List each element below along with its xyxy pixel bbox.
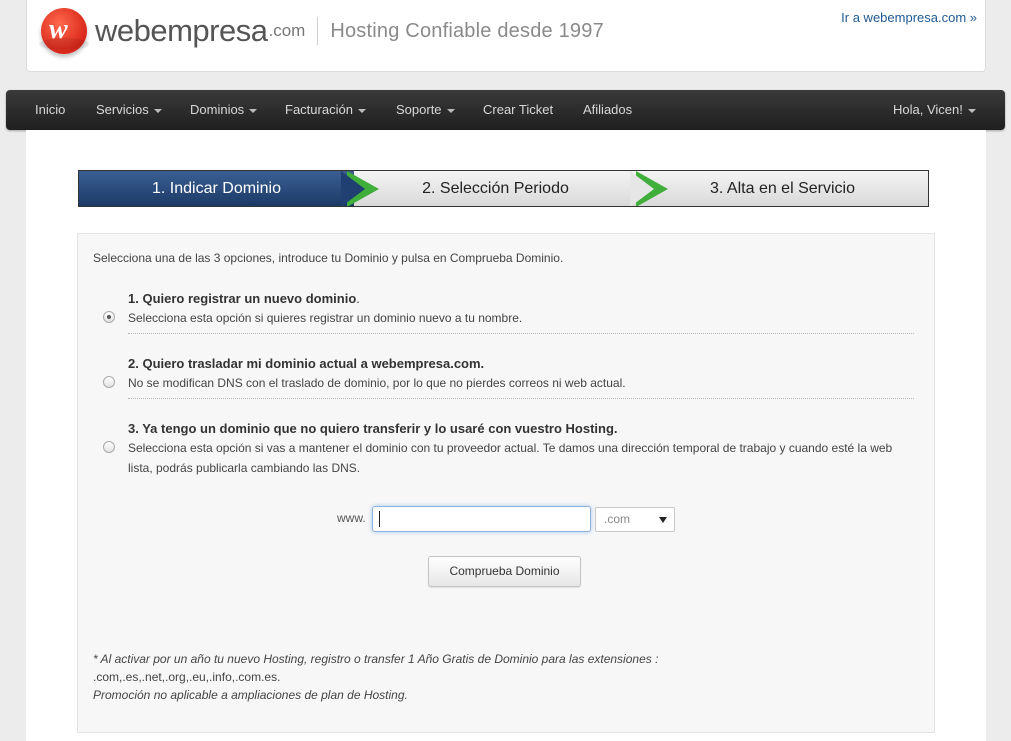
option-1-title: 1. Quiero registrar un nuevo dominio. — [128, 291, 360, 306]
step-indicar-dominio: 1. Indicar Dominio — [79, 171, 354, 206]
option-3-title: 3. Ya tengo un dominio que no quiero tra… — [128, 421, 618, 436]
option-1-desc: Selecciona esta opción si quieres regist… — [128, 311, 523, 325]
step-arrow-fill — [630, 171, 654, 206]
footnote-line-2: .com,.es,.net,.org,.eu,.info,.com.es. — [93, 670, 281, 684]
form-intro: Selecciona una de las 3 opciones, introd… — [93, 251, 564, 265]
nav-servicios[interactable]: Servicios — [96, 90, 162, 130]
chevron-down-icon — [153, 108, 162, 113]
nav-dominios[interactable]: Dominios — [190, 90, 258, 130]
nav-user-menu[interactable]: Hola, Vicen! — [893, 90, 976, 130]
dropdown-arrow-icon — [659, 517, 667, 523]
tld-selected-value: .com — [604, 512, 631, 526]
step-arrow-fill — [341, 171, 365, 206]
logo-text: webempresa — [95, 13, 268, 48]
go-to-site-link[interactable]: Ir a webempresa.com » — [841, 10, 977, 25]
footnote-line-3: Promoción no aplicable a ampliaciones de… — [93, 688, 408, 702]
step-seleccion-periodo: 2. Selección Periodo — [354, 171, 637, 206]
logo-suffix: .com — [268, 21, 306, 40]
nav-afiliados[interactable]: Afiliados — [583, 90, 632, 130]
logo-icon: w — [39, 8, 89, 54]
order-steps: 1. Indicar Dominio 2. Selección Periodo … — [78, 170, 929, 207]
logo-divider — [317, 17, 319, 45]
site-header: w webempresa .com Hosting Confiable desd… — [26, 0, 986, 72]
nav-facturacion[interactable]: Facturación — [285, 90, 366, 130]
option-2-radio[interactable] — [103, 376, 115, 388]
tld-select[interactable]: .com — [595, 507, 675, 532]
nav-crear-ticket[interactable]: Crear Ticket — [483, 90, 553, 130]
chevron-down-icon — [967, 108, 976, 113]
footnote-line-1: * Al activar por un año tu nuevo Hosting… — [93, 652, 659, 666]
option-3-radio[interactable] — [103, 441, 115, 453]
chevron-down-icon — [357, 108, 366, 113]
option-2-desc: No se modifican DNS con el traslado de d… — [128, 376, 626, 390]
option-3-desc: Selecciona esta opción si vas a mantener… — [128, 441, 893, 475]
domain-input[interactable] — [372, 506, 591, 532]
nav-inicio[interactable]: Inicio — [35, 90, 65, 130]
tagline: Hosting Confiable desde 1997 — [330, 19, 604, 42]
chevron-down-icon — [249, 108, 258, 113]
check-domain-button[interactable]: Comprueba Dominio — [428, 556, 581, 587]
text-cursor — [379, 511, 380, 527]
divider — [128, 333, 914, 334]
option-1-radio[interactable] — [103, 311, 115, 323]
chevron-down-icon — [446, 108, 455, 113]
option-2-title: 2. Quiero trasladar mi dominio actual a … — [128, 356, 485, 371]
www-label: www. — [337, 511, 366, 525]
step-alta-servicio: 3. Alta en el Servicio — [637, 171, 928, 206]
main-navbar: Inicio Servicios Dominios Facturación So… — [6, 90, 1005, 130]
logo[interactable]: w webempresa .com Hosting Confiable desd… — [39, 8, 604, 54]
nav-soporte[interactable]: Soporte — [396, 90, 455, 130]
divider — [128, 398, 914, 399]
